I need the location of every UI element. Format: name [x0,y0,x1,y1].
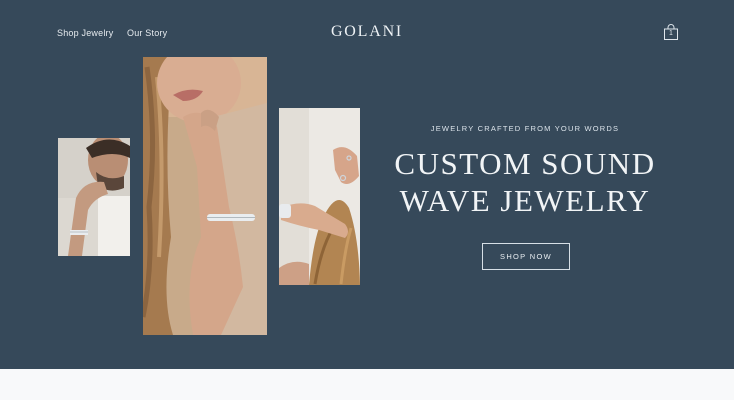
hero-headline: CUSTOM SOUND WAVE JEWELRY [370,145,680,219]
brand-logo[interactable]: GOLANI [0,23,734,41]
hero-section: Shop Jewelry Our Story GOLANI 1 JEWELRY … [0,0,734,369]
hero-headline-line-2: WAVE JEWELRY [399,183,651,218]
cart-count-badge: 1 [669,30,673,37]
hero-photo-man-bracelet [58,138,130,256]
cart-button[interactable]: 1 [663,23,679,40]
hero-headline-line-1: CUSTOM SOUND [394,146,656,181]
hero-photo-woman-bracelet [143,57,267,335]
hero-eyebrow-text: JEWELRY CRAFTED FROM YOUR WORDS [430,124,620,133]
hero-photo-hands-rings [279,108,360,285]
next-section-strip [0,369,734,400]
shop-now-button[interactable]: SHOP NOW [482,243,570,270]
